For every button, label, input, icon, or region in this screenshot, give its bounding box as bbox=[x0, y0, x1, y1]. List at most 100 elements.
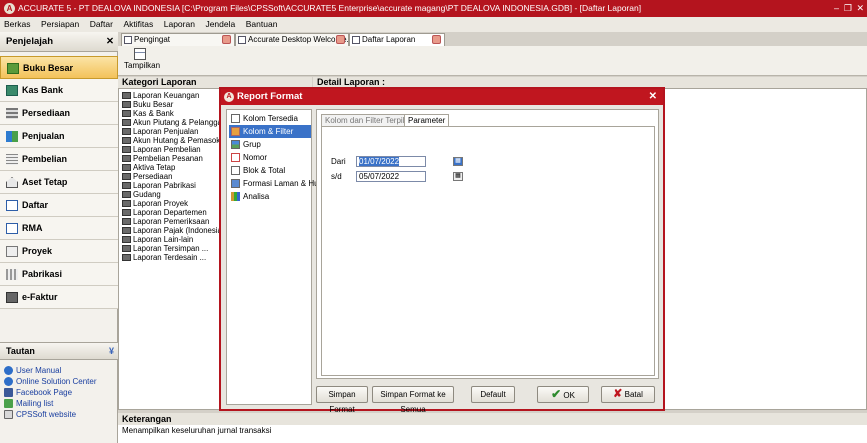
section-grup[interactable]: Grup bbox=[229, 138, 311, 151]
sidebar-item-penjualan[interactable]: Penjualan bbox=[0, 125, 118, 148]
folder-icon bbox=[122, 110, 131, 117]
reminder-icon bbox=[124, 36, 132, 44]
restore-button[interactable]: ❐ bbox=[844, 0, 852, 17]
to-date-field[interactable]: 05/07/2022 ▦ bbox=[356, 171, 463, 182]
menu-aktifitas[interactable]: Aktifitas bbox=[123, 19, 153, 29]
window-title: ACCURATE 5 - PT DEALOVA INDONESIA [C:\Pr… bbox=[18, 3, 642, 13]
tab-label: Accurate Desktop Welcome... bbox=[248, 35, 349, 44]
app-logo-icon: A bbox=[4, 3, 15, 14]
chevron-down-icon[interactable]: ¥ bbox=[109, 343, 114, 360]
dialog-close-button[interactable]: ✕ bbox=[649, 89, 657, 105]
factory-icon bbox=[6, 269, 18, 280]
category-item[interactable]: Akun Hutang & Pemasok bbox=[122, 136, 220, 145]
category-item[interactable]: Persediaan bbox=[122, 172, 172, 181]
menu-persiapan[interactable]: Persiapan bbox=[41, 19, 79, 29]
category-item[interactable]: Laporan Lain-lain bbox=[122, 235, 193, 244]
category-label: Akun Hutang & Pemasok bbox=[133, 136, 221, 145]
from-date-field[interactable]: 01/07/2022 ▦ bbox=[356, 156, 463, 167]
close-tab-icon[interactable] bbox=[336, 35, 345, 44]
link-online-solution-center[interactable]: Online Solution Center bbox=[4, 376, 97, 387]
category-item[interactable]: Laporan Pabrikasi bbox=[122, 181, 196, 190]
link-label: CPSSoft website bbox=[16, 410, 77, 419]
tab-daftar-laporan[interactable]: Daftar Laporan bbox=[349, 33, 445, 46]
tab-welcome[interactable]: Accurate Desktop Welcome... bbox=[235, 33, 349, 46]
category-item[interactable]: Laporan Keuangan bbox=[122, 91, 199, 100]
section-label: Kolom Tersedia bbox=[243, 114, 298, 123]
category-item[interactable]: Laporan Pajak (Indonesia) bbox=[122, 226, 224, 235]
sidebar-item-buku-besar[interactable]: Buku Besar bbox=[0, 56, 118, 79]
report-format-dialog: A Report Format ✕ Kolom Tersedia Kolom &… bbox=[219, 87, 665, 414]
link-mailing-list[interactable]: Mailing list bbox=[4, 398, 53, 409]
category-item[interactable]: Aktiva Tetap bbox=[122, 163, 175, 172]
sidebar-close-icon[interactable]: ✕ bbox=[106, 32, 114, 52]
category-item[interactable]: Kas & Bank bbox=[122, 109, 174, 118]
category-label: Laporan Tersimpan ... bbox=[133, 244, 209, 253]
save-format-all-button[interactable]: Simpan Format ke Semua bbox=[372, 386, 454, 414]
category-item[interactable]: Laporan Pemeriksaan bbox=[122, 217, 209, 226]
calendar-icon[interactable]: ▦ bbox=[453, 157, 463, 166]
sidebar-item-daftar[interactable]: Daftar bbox=[0, 194, 118, 217]
tab-label: Daftar Laporan bbox=[362, 35, 416, 44]
section-label: Grup bbox=[243, 140, 261, 149]
mail-icon bbox=[4, 399, 13, 408]
minimize-button[interactable]: – bbox=[834, 0, 839, 17]
calendar-icon[interactable]: ▦ bbox=[453, 172, 463, 181]
category-item[interactable]: Buku Besar bbox=[122, 100, 173, 109]
link-user-manual[interactable]: User Manual bbox=[4, 365, 61, 376]
category-item[interactable]: Laporan Pembelian bbox=[122, 145, 201, 154]
sidebar-item-pabrikasi[interactable]: Pabrikasi bbox=[0, 263, 118, 286]
sidebar-item-rma[interactable]: RMA bbox=[0, 217, 118, 240]
link-label: Facebook Page bbox=[16, 388, 73, 397]
section-kolom-tersedia[interactable]: Kolom Tersedia bbox=[229, 112, 311, 125]
close-tab-icon[interactable] bbox=[432, 35, 441, 44]
section-kolom-filter[interactable]: Kolom & Filter bbox=[229, 125, 311, 138]
sidebar-item-aset-tetap[interactable]: Aset Tetap bbox=[0, 171, 118, 194]
section-blok-total[interactable]: Blok & Total bbox=[229, 164, 311, 177]
category-item[interactable]: Laporan Departemen bbox=[122, 208, 207, 217]
tab-selected-columns[interactable]: Kolom dan Filter Terpilih bbox=[321, 114, 415, 126]
ok-label: OK bbox=[563, 391, 575, 400]
close-window-button[interactable]: ✕ bbox=[856, 0, 864, 17]
menu-jendela[interactable]: Jendela bbox=[205, 19, 235, 29]
category-item[interactable]: Gudang bbox=[122, 190, 161, 199]
menu-berkas[interactable]: Berkas bbox=[4, 19, 30, 29]
number-icon bbox=[231, 153, 240, 162]
sidebar-header: Penjelajah ✕ bbox=[0, 32, 118, 52]
tab-pengingat[interactable]: Pengingat bbox=[121, 33, 235, 46]
sidebar-item-persediaan[interactable]: Persediaan bbox=[0, 102, 118, 125]
tab-parameter[interactable]: Parameter bbox=[404, 114, 450, 126]
category-item[interactable]: Laporan Terdesain ... bbox=[122, 253, 206, 262]
save-format-button[interactable]: Simpan Format bbox=[316, 386, 368, 414]
links-header: Tautan ¥ bbox=[0, 342, 118, 360]
to-date-value: 05/07/2022 bbox=[359, 172, 400, 181]
section-formasi[interactable]: Formasi Laman & Huruf bbox=[229, 177, 328, 190]
ok-button[interactable]: ✔ OK bbox=[537, 386, 589, 403]
category-label: Laporan Pajak (Indonesia) bbox=[133, 226, 225, 235]
category-item[interactable]: Laporan Tersimpan ... bbox=[122, 244, 208, 253]
sidebar-item-pembelian[interactable]: Pembelian bbox=[0, 148, 118, 171]
list-icon bbox=[6, 200, 18, 211]
section-nomor[interactable]: Nomor bbox=[229, 151, 311, 164]
cancel-button[interactable]: ✘ Batal bbox=[601, 386, 655, 403]
default-button[interactable]: Default bbox=[471, 386, 515, 403]
sidebar-item-e-faktur[interactable]: e-Faktur bbox=[0, 286, 118, 309]
menu-daftar[interactable]: Daftar bbox=[90, 19, 113, 29]
section-analisa[interactable]: Analisa bbox=[229, 190, 311, 203]
link-cpssoft-website[interactable]: CPSSoft website bbox=[4, 409, 76, 420]
sidebar-item-proyek[interactable]: Proyek bbox=[0, 240, 118, 263]
close-tab-icon[interactable] bbox=[222, 35, 231, 44]
sidebar-item-label: RMA bbox=[22, 223, 43, 233]
folder-icon bbox=[122, 209, 131, 216]
category-item[interactable]: Laporan Penjualan bbox=[122, 127, 198, 136]
category-label: Akun Piutang & Pelanggan bbox=[133, 118, 227, 127]
folder-icon bbox=[122, 137, 131, 144]
category-item[interactable]: Akun Piutang & Pelanggan bbox=[122, 118, 226, 127]
menu-laporan[interactable]: Laporan bbox=[164, 19, 195, 29]
category-label: Buku Besar bbox=[133, 100, 174, 109]
sidebar-item-kas-bank[interactable]: Kas Bank bbox=[0, 79, 118, 102]
category-item[interactable]: Laporan Proyek bbox=[122, 199, 188, 208]
category-item[interactable]: Pembelian Pesanan bbox=[122, 154, 203, 163]
menu-bantuan[interactable]: Bantuan bbox=[246, 19, 278, 29]
link-facebook-page[interactable]: Facebook Page bbox=[4, 387, 72, 398]
show-button[interactable]: Tampilkan bbox=[124, 48, 160, 70]
